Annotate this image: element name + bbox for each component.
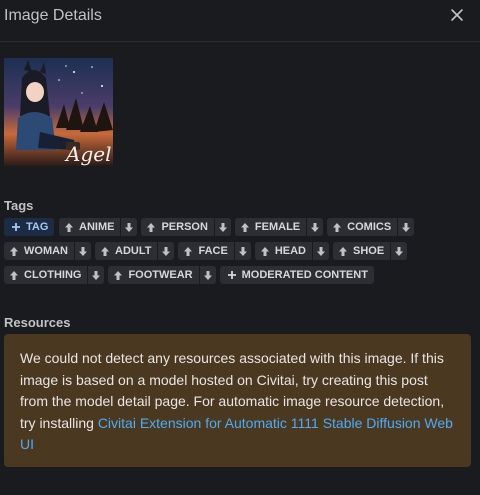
upvote-icon[interactable]	[99, 242, 111, 260]
upvote-icon[interactable]	[63, 218, 75, 236]
add-tag-button[interactable]: TAG	[4, 218, 55, 236]
upvote-icon[interactable]	[8, 242, 20, 260]
tag-chip[interactable]: COMICS	[327, 218, 415, 236]
tag-label: FOOTWEAR	[128, 269, 193, 281]
tag-label: SHOE	[352, 245, 385, 257]
tags-heading: Tags	[4, 198, 34, 213]
downvote-icon[interactable]	[157, 242, 174, 260]
tag-chip[interactable]: WOMAN	[4, 242, 91, 260]
downvote-icon[interactable]	[397, 218, 414, 236]
upvote-icon[interactable]	[8, 266, 20, 284]
downvote-icon[interactable]	[87, 266, 104, 284]
tag-label: HEAD	[274, 245, 306, 257]
plus-icon	[10, 218, 22, 236]
tag-label: ANIME	[79, 221, 115, 233]
add-tag-label: TAG	[26, 221, 49, 233]
tag-chip[interactable]: PERSON	[141, 218, 231, 236]
upvote-icon[interactable]	[182, 242, 194, 260]
upvote-icon[interactable]	[239, 218, 251, 236]
tag-chip[interactable]: FOOTWEAR	[108, 266, 216, 284]
resources-alert: We could not detect any resources associ…	[4, 334, 471, 467]
downvote-icon[interactable]	[233, 242, 251, 260]
downvote-icon[interactable]	[213, 218, 231, 236]
modal-header: Image Details	[0, 0, 480, 42]
upvote-icon[interactable]	[337, 242, 349, 260]
moderated-content-tag[interactable]: MODERATED CONTENT	[219, 266, 374, 284]
moderated-content-label: MODERATED CONTENT	[241, 269, 368, 281]
tag-chip[interactable]: ADULT	[95, 242, 175, 260]
downvote-icon[interactable]	[120, 218, 137, 236]
tag-row-1: ANIME PERSON FEMALE COMICS	[59, 218, 415, 236]
resources-heading: Resources	[4, 315, 71, 330]
tag-label: FEMALE	[254, 221, 301, 233]
tag-label: ADULT	[115, 245, 152, 257]
plus-icon	[226, 266, 238, 284]
tag-chip[interactable]: SHOE	[332, 242, 408, 260]
tag-chip[interactable]: ANIME	[59, 218, 138, 236]
tag-label: CLOTHING	[24, 269, 82, 281]
image-caption: Agel	[66, 142, 112, 166]
tag-row-2: WOMAN ADULT FACE HEAD SHOE	[4, 242, 408, 260]
tag-chip[interactable]: FEMALE	[234, 218, 324, 236]
tag-label: COMICS	[347, 221, 392, 233]
downvote-icon[interactable]	[306, 218, 323, 236]
tag-label: PERSON	[161, 221, 208, 233]
upvote-icon[interactable]	[112, 266, 124, 284]
upvote-icon[interactable]	[259, 242, 271, 260]
downvote-icon[interactable]	[198, 266, 216, 284]
upvote-icon[interactable]	[331, 218, 343, 236]
tag-chip[interactable]: FACE	[178, 242, 251, 260]
downvote-icon[interactable]	[311, 242, 329, 260]
tag-chip[interactable]: CLOTHING	[4, 266, 105, 284]
downvote-icon[interactable]	[390, 242, 407, 260]
tag-label: WOMAN	[24, 245, 68, 257]
tag-label: FACE	[198, 245, 228, 257]
upvote-icon[interactable]	[145, 218, 157, 236]
downvote-icon[interactable]	[74, 242, 91, 260]
tag-row-3: CLOTHING FOOTWEAR MODERATED CONTENT	[4, 266, 374, 284]
close-icon[interactable]	[448, 6, 466, 24]
tag-chip[interactable]: HEAD	[254, 242, 329, 260]
modal-title: Image Details	[4, 7, 102, 24]
tag-row: TAG	[4, 218, 55, 236]
